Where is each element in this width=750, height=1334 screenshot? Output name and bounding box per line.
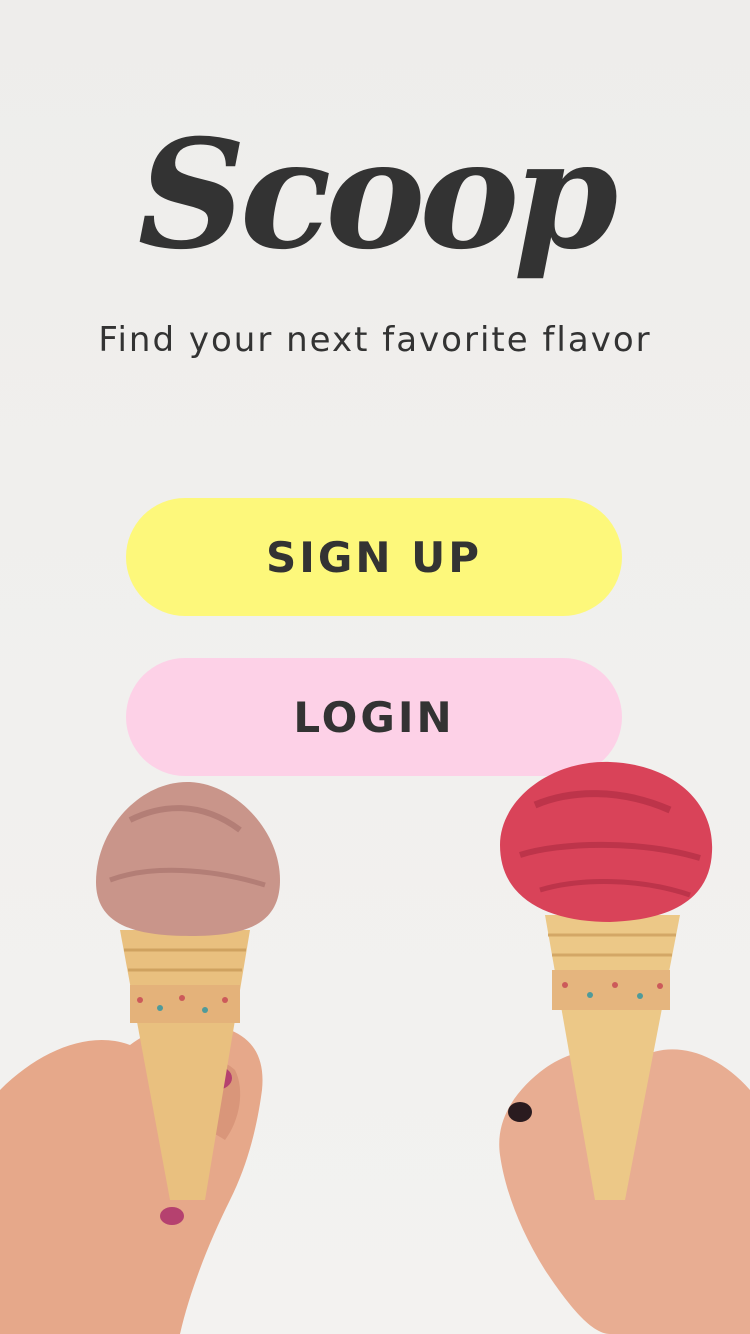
sign-up-button[interactable]: SIGN UP [126, 498, 622, 616]
welcome-screen: Scoop Find your next favorite flavor SIG… [0, 0, 750, 1334]
right-scoop [500, 761, 713, 922]
login-button[interactable]: LOGIN [126, 658, 622, 776]
app-logo: Scoop [137, 107, 619, 283]
tagline: Find your next favorite flavor [98, 320, 652, 360]
ice-cream-cones-photo [0, 761, 750, 1334]
left-scoop [96, 781, 280, 936]
